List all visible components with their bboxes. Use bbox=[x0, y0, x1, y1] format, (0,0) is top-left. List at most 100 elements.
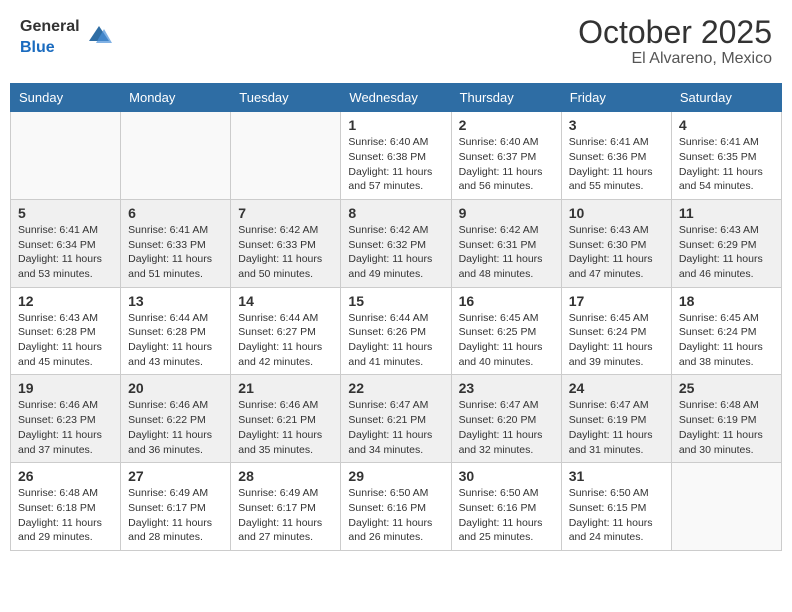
day-number: 31 bbox=[569, 468, 664, 484]
day-info: Sunrise: 6:44 AMSunset: 6:26 PMDaylight:… bbox=[348, 311, 443, 370]
calendar-cell: 9 Sunrise: 6:42 AMSunset: 6:31 PMDaylight… bbox=[451, 199, 561, 287]
calendar-cell: 27 Sunrise: 6:49 AMSunset: 6:17 PMDayligh… bbox=[121, 463, 231, 551]
calendar-week-row: 5 Sunrise: 6:41 AMSunset: 6:34 PMDaylight… bbox=[11, 199, 782, 287]
day-number: 22 bbox=[348, 380, 443, 396]
day-number: 18 bbox=[679, 293, 774, 309]
weekday-header-friday: Friday bbox=[561, 84, 671, 112]
day-number: 23 bbox=[459, 380, 554, 396]
day-number: 26 bbox=[18, 468, 113, 484]
day-number: 10 bbox=[569, 205, 664, 221]
title-section: October 2025 El Alvareno, Mexico bbox=[578, 15, 772, 68]
weekday-header-wednesday: Wednesday bbox=[341, 84, 451, 112]
weekday-header-tuesday: Tuesday bbox=[231, 84, 341, 112]
logo-blue-text: Blue bbox=[20, 39, 55, 56]
calendar-cell: 15 Sunrise: 6:44 AMSunset: 6:26 PMDayligh… bbox=[341, 287, 451, 375]
day-info: Sunrise: 6:48 AMSunset: 6:18 PMDaylight:… bbox=[18, 486, 113, 545]
day-number: 5 bbox=[18, 205, 113, 221]
location-title: El Alvareno, Mexico bbox=[578, 50, 772, 68]
logo-icon bbox=[84, 21, 114, 51]
day-number: 9 bbox=[459, 205, 554, 221]
day-info: Sunrise: 6:50 AMSunset: 6:16 PMDaylight:… bbox=[459, 486, 554, 545]
calendar-week-row: 1 Sunrise: 6:40 AMSunset: 6:38 PMDaylight… bbox=[11, 112, 782, 200]
calendar-cell: 16 Sunrise: 6:45 AMSunset: 6:25 PMDayligh… bbox=[451, 287, 561, 375]
calendar-cell: 4Sunrise: 6:41 AMSunset: 6:35 PMDaylight… bbox=[671, 112, 781, 200]
calendar-week-row: 12 Sunrise: 6:43 AMSunset: 6:28 PMDayligh… bbox=[11, 287, 782, 375]
page-header: General Blue October 2025 El Alvareno, M… bbox=[10, 10, 782, 73]
calendar-header-row: SundayMondayTuesdayWednesdayThursdayFrid… bbox=[11, 84, 782, 112]
day-info: Sunrise: 6:43 AMSunset: 6:29 PMDaylight:… bbox=[679, 223, 774, 282]
day-number: 7 bbox=[238, 205, 333, 221]
day-number: 12 bbox=[18, 293, 113, 309]
day-info: Sunrise: 6:41 AMSunset: 6:36 PMDaylight:… bbox=[569, 135, 664, 194]
calendar-cell: 12 Sunrise: 6:43 AMSunset: 6:28 PMDayligh… bbox=[11, 287, 121, 375]
day-number: 24 bbox=[569, 380, 664, 396]
day-info: Sunrise: 6:49 AMSunset: 6:17 PMDaylight:… bbox=[128, 486, 223, 545]
logo-general-text: General bbox=[20, 18, 80, 35]
day-number: 21 bbox=[238, 380, 333, 396]
calendar-cell: 21 Sunrise: 6:46 AMSunset: 6:21 PMDayligh… bbox=[231, 375, 341, 463]
month-title: October 2025 bbox=[578, 15, 772, 50]
calendar-cell: 2Sunrise: 6:40 AMSunset: 6:37 PMDaylight… bbox=[451, 112, 561, 200]
calendar-week-row: 19 Sunrise: 6:46 AMSunset: 6:23 PMDayligh… bbox=[11, 375, 782, 463]
day-number: 15 bbox=[348, 293, 443, 309]
calendar-cell bbox=[671, 463, 781, 551]
weekday-header-monday: Monday bbox=[121, 84, 231, 112]
calendar-cell: 8Sunrise: 6:42 AMSunset: 6:32 PMDaylight… bbox=[341, 199, 451, 287]
day-info: Sunrise: 6:46 AMSunset: 6:21 PMDaylight:… bbox=[238, 398, 333, 457]
day-info: Sunrise: 6:45 AMSunset: 6:25 PMDaylight:… bbox=[459, 311, 554, 370]
day-info: Sunrise: 6:45 AMSunset: 6:24 PMDaylight:… bbox=[679, 311, 774, 370]
day-info: Sunrise: 6:46 AMSunset: 6:22 PMDaylight:… bbox=[128, 398, 223, 457]
day-info: Sunrise: 6:44 AMSunset: 6:27 PMDaylight:… bbox=[238, 311, 333, 370]
day-number: 29 bbox=[348, 468, 443, 484]
calendar-cell bbox=[11, 112, 121, 200]
calendar-cell: 18 Sunrise: 6:45 AMSunset: 6:24 PMDayligh… bbox=[671, 287, 781, 375]
day-number: 30 bbox=[459, 468, 554, 484]
day-number: 19 bbox=[18, 380, 113, 396]
calendar-cell: 11 Sunrise: 6:43 AMSunset: 6:29 PMDayligh… bbox=[671, 199, 781, 287]
day-number: 13 bbox=[128, 293, 223, 309]
calendar-cell: 22 Sunrise: 6:47 AMSunset: 6:21 PMDayligh… bbox=[341, 375, 451, 463]
day-info: Sunrise: 6:41 AMSunset: 6:34 PMDaylight:… bbox=[18, 223, 113, 282]
calendar-cell: 20 Sunrise: 6:46 AMSunset: 6:22 PMDayligh… bbox=[121, 375, 231, 463]
calendar-cell: 19 Sunrise: 6:46 AMSunset: 6:23 PMDayligh… bbox=[11, 375, 121, 463]
calendar-cell: 28Sunrise: 6:49 AMSunset: 6:17 PMDayligh… bbox=[231, 463, 341, 551]
day-info: Sunrise: 6:42 AMSunset: 6:32 PMDaylight:… bbox=[348, 223, 443, 282]
calendar-cell bbox=[121, 112, 231, 200]
day-number: 3 bbox=[569, 117, 664, 133]
calendar-cell: 24 Sunrise: 6:47 AMSunset: 6:19 PMDayligh… bbox=[561, 375, 671, 463]
day-info: Sunrise: 6:50 AMSunset: 6:16 PMDaylight:… bbox=[348, 486, 443, 545]
day-info: Sunrise: 6:41 AMSunset: 6:33 PMDaylight:… bbox=[128, 223, 223, 282]
calendar-cell: 17Sunrise: 6:45 AMSunset: 6:24 PMDayligh… bbox=[561, 287, 671, 375]
day-info: Sunrise: 6:44 AMSunset: 6:28 PMDaylight:… bbox=[128, 311, 223, 370]
calendar-cell: 1 Sunrise: 6:40 AMSunset: 6:38 PMDaylight… bbox=[341, 112, 451, 200]
calendar-cell: 5 Sunrise: 6:41 AMSunset: 6:34 PMDaylight… bbox=[11, 199, 121, 287]
day-info: Sunrise: 6:41 AMSunset: 6:35 PMDaylight:… bbox=[679, 135, 774, 194]
day-info: Sunrise: 6:48 AMSunset: 6:19 PMDaylight:… bbox=[679, 398, 774, 457]
day-number: 25 bbox=[679, 380, 774, 396]
day-info: Sunrise: 6:42 AMSunset: 6:33 PMDaylight:… bbox=[238, 223, 333, 282]
calendar-cell: 13 Sunrise: 6:44 AMSunset: 6:28 PMDayligh… bbox=[121, 287, 231, 375]
day-info: Sunrise: 6:42 AMSunset: 6:31 PMDaylight:… bbox=[459, 223, 554, 282]
day-info: Sunrise: 6:46 AMSunset: 6:23 PMDaylight:… bbox=[18, 398, 113, 457]
day-number: 2 bbox=[459, 117, 554, 133]
calendar-cell bbox=[231, 112, 341, 200]
day-number: 27 bbox=[128, 468, 223, 484]
calendar-cell: 30 Sunrise: 6:50 AMSunset: 6:16 PMDayligh… bbox=[451, 463, 561, 551]
weekday-header-saturday: Saturday bbox=[671, 84, 781, 112]
day-number: 11 bbox=[679, 205, 774, 221]
calendar-cell: 25 Sunrise: 6:48 AMSunset: 6:19 PMDayligh… bbox=[671, 375, 781, 463]
day-number: 16 bbox=[459, 293, 554, 309]
day-number: 20 bbox=[128, 380, 223, 396]
calendar-week-row: 26 Sunrise: 6:48 AMSunset: 6:18 PMDayligh… bbox=[11, 463, 782, 551]
calendar-cell: 6Sunrise: 6:41 AMSunset: 6:33 PMDaylight… bbox=[121, 199, 231, 287]
day-info: Sunrise: 6:50 AMSunset: 6:15 PMDaylight:… bbox=[569, 486, 664, 545]
day-info: Sunrise: 6:47 AMSunset: 6:19 PMDaylight:… bbox=[569, 398, 664, 457]
calendar-cell: 31 Sunrise: 6:50 AMSunset: 6:15 PMDayligh… bbox=[561, 463, 671, 551]
calendar-cell: 7 Sunrise: 6:42 AMSunset: 6:33 PMDaylight… bbox=[231, 199, 341, 287]
day-info: Sunrise: 6:43 AMSunset: 6:28 PMDaylight:… bbox=[18, 311, 113, 370]
day-info: Sunrise: 6:43 AMSunset: 6:30 PMDaylight:… bbox=[569, 223, 664, 282]
day-info: Sunrise: 6:45 AMSunset: 6:24 PMDaylight:… bbox=[569, 311, 664, 370]
day-info: Sunrise: 6:47 AMSunset: 6:21 PMDaylight:… bbox=[348, 398, 443, 457]
day-number: 1 bbox=[348, 117, 443, 133]
day-info: Sunrise: 6:40 AMSunset: 6:38 PMDaylight:… bbox=[348, 135, 443, 194]
